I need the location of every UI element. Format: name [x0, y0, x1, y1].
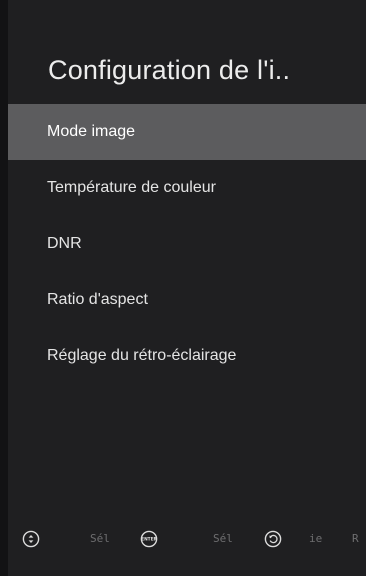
picture-settings-panel: Configuration de l'i.. Mode image Tempér…	[0, 0, 366, 576]
menu-item-ratio-aspect[interactable]: Ratio d'aspect	[8, 272, 366, 328]
panel-left-edge	[0, 0, 8, 576]
menu-item-dnr[interactable]: DNR	[8, 216, 366, 272]
hint-label-select-1: Sél	[90, 532, 110, 545]
back-icon	[264, 530, 282, 548]
menu-item-temperature-couleur[interactable]: Température de couleur	[8, 160, 366, 216]
up-down-arrows-icon	[22, 530, 40, 548]
menu-item-mode-image[interactable]: Mode image	[8, 104, 366, 160]
enter-icon: ENTER	[140, 530, 158, 548]
hint-label-trailing: R	[352, 532, 359, 545]
svg-text:ENTER: ENTER	[141, 537, 157, 543]
menu-item-retro-eclairage[interactable]: Réglage du rétro-éclairage	[8, 328, 366, 384]
key-hints-bar: Sél ENTER Sél ie R	[8, 515, 366, 565]
hint-label-select-2: Sél	[213, 532, 233, 545]
settings-menu: Mode image Température de couleur DNR Ra…	[8, 104, 366, 384]
page-title: Configuration de l'i..	[48, 55, 291, 85]
hint-label-back: ie	[309, 532, 323, 545]
